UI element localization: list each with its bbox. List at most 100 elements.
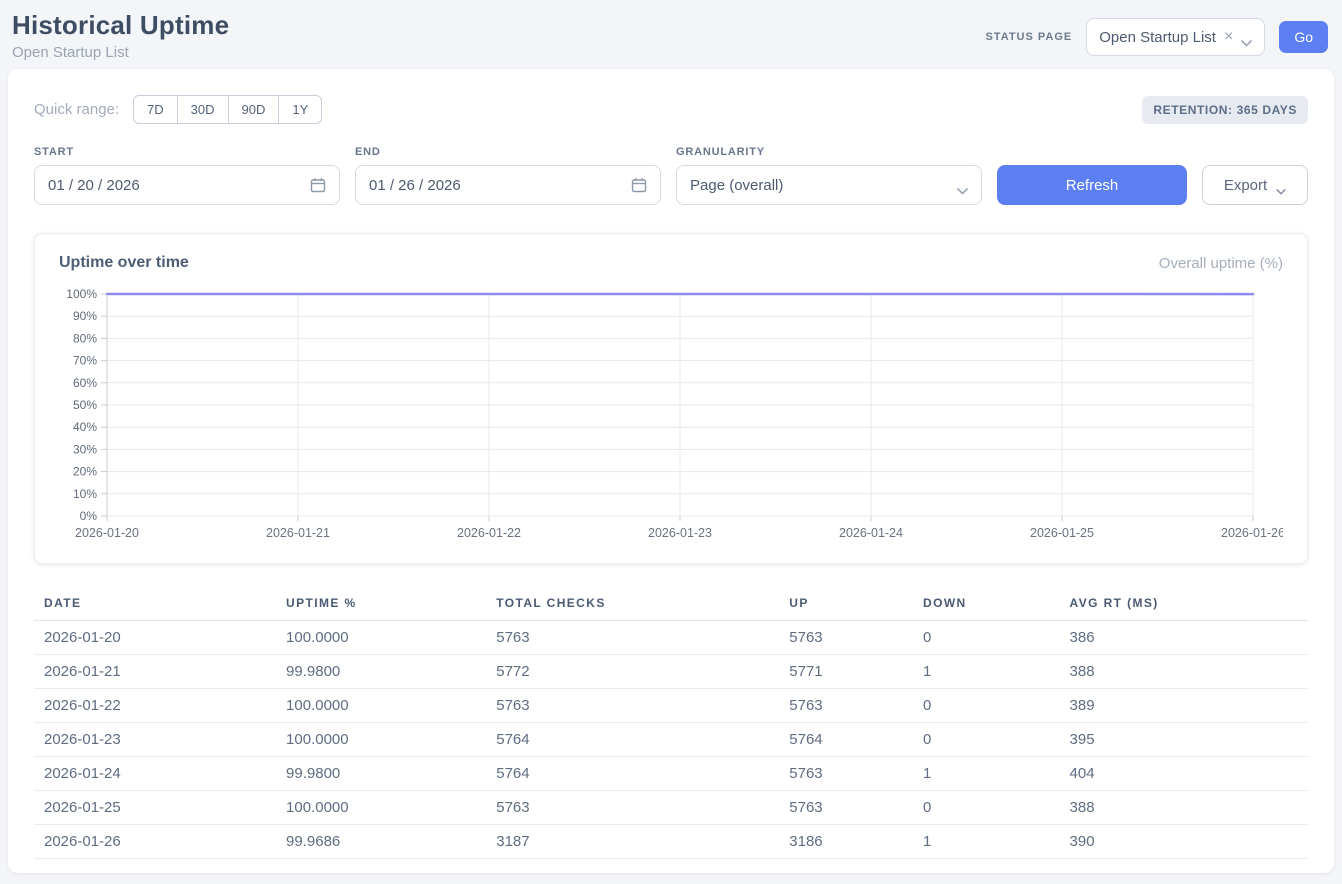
- filter-fields-row: START 01 / 20 / 2026 END 01 / 26 / 2026 …: [34, 146, 1308, 205]
- export-button-label: Export: [1224, 177, 1267, 194]
- start-date-value: 01 / 20 / 2026: [48, 177, 140, 194]
- column-header: AVG RT (MS): [1060, 588, 1308, 621]
- svg-text:2026-01-23: 2026-01-23: [648, 526, 712, 540]
- table-cell: 389: [1060, 689, 1308, 723]
- uptime-chart-card: Uptime over time Overall uptime (%) 2026…: [34, 233, 1308, 564]
- page-subtitle: Open Startup List: [12, 44, 229, 61]
- end-date-input[interactable]: 01 / 26 / 2026: [355, 165, 661, 205]
- table-cell: 0: [913, 723, 1060, 757]
- table-cell: 5772: [486, 655, 779, 689]
- export-button[interactable]: Export: [1202, 165, 1308, 205]
- quick-range-90d-button[interactable]: 90D: [229, 95, 280, 124]
- table-row: 2026-01-25100.0000576357630388: [34, 791, 1308, 825]
- table-cell: 386: [1060, 621, 1308, 655]
- table-cell: 5763: [779, 791, 913, 825]
- start-date-input[interactable]: 01 / 20 / 2026: [34, 165, 340, 205]
- table-cell: 404: [1060, 757, 1308, 791]
- svg-text:60%: 60%: [73, 376, 97, 390]
- table-row: 2026-01-23100.0000576457640395: [34, 723, 1308, 757]
- page-title: Historical Uptime: [12, 10, 229, 41]
- table-cell: 5763: [779, 757, 913, 791]
- column-header: DOWN: [913, 588, 1060, 621]
- table-row: 2026-01-2499.9800576457631404: [34, 757, 1308, 791]
- svg-text:2026-01-20: 2026-01-20: [75, 526, 139, 540]
- table-header-row: DATEUPTIME %TOTAL CHECKSUPDOWNAVG RT (MS…: [34, 588, 1308, 621]
- title-block: Historical Uptime Open Startup List: [12, 10, 229, 61]
- chevron-down-icon: [957, 182, 968, 189]
- table-cell: 5763: [486, 791, 779, 825]
- end-date-field: END 01 / 26 / 2026: [355, 146, 661, 205]
- granularity-field: GRANULARITY Page (overall): [676, 146, 982, 205]
- table-cell: 5764: [486, 757, 779, 791]
- column-header: DATE: [34, 588, 276, 621]
- chart-title: Uptime over time: [59, 254, 189, 272]
- svg-text:2026-01-26: 2026-01-26: [1221, 526, 1283, 540]
- status-page-label: STATUS PAGE: [985, 31, 1072, 43]
- table-cell: 0: [913, 621, 1060, 655]
- clear-selection-icon[interactable]: ×: [1224, 29, 1233, 45]
- table-cell: 100.0000: [276, 791, 486, 825]
- start-label: START: [34, 146, 340, 158]
- refresh-button[interactable]: Refresh: [997, 165, 1187, 205]
- status-page-select[interactable]: Open Startup List ×: [1086, 18, 1265, 56]
- table-row: 2026-01-22100.0000576357630389: [34, 689, 1308, 723]
- table-cell: 5771: [779, 655, 913, 689]
- table-cell: 5764: [779, 723, 913, 757]
- header-controls: STATUS PAGE Open Startup List × Go: [985, 18, 1328, 56]
- table-cell: 5763: [486, 621, 779, 655]
- chevron-down-icon: [1275, 182, 1286, 189]
- column-header: UPTIME %: [276, 588, 486, 621]
- table-cell: 2026-01-21: [34, 655, 276, 689]
- table-row: 2026-01-2699.9686318731861390: [34, 825, 1308, 859]
- table-cell: 5763: [779, 621, 913, 655]
- chart-legend: Overall uptime (%): [1159, 255, 1283, 272]
- table-row: 2026-01-2199.9800577257711388: [34, 655, 1308, 689]
- go-button[interactable]: Go: [1279, 21, 1328, 53]
- end-label: END: [355, 146, 661, 158]
- quick-range-7d-button[interactable]: 7D: [133, 95, 178, 124]
- calendar-icon[interactable]: [310, 177, 326, 193]
- quick-range-1y-button[interactable]: 1Y: [279, 95, 322, 124]
- page-header: Historical Uptime Open Startup List STAT…: [0, 0, 1342, 69]
- chevron-down-icon: [1241, 34, 1252, 41]
- quick-range-30d-button[interactable]: 30D: [178, 95, 229, 124]
- svg-text:50%: 50%: [73, 398, 97, 412]
- svg-text:0%: 0%: [80, 509, 98, 523]
- table-cell: 388: [1060, 655, 1308, 689]
- calendar-icon[interactable]: [631, 177, 647, 193]
- table-cell: 0: [913, 689, 1060, 723]
- quick-range-label: Quick range:: [34, 101, 119, 118]
- table-cell: 99.9800: [276, 757, 486, 791]
- uptime-table: DATEUPTIME %TOTAL CHECKSUPDOWNAVG RT (MS…: [34, 588, 1308, 859]
- quick-range-row: Quick range: 7D 30D 90D 1Y RETENTION: 36…: [34, 95, 1308, 124]
- chart-plot-area: 2026-01-202026-01-212026-01-222026-01-23…: [59, 284, 1283, 551]
- granularity-selected-value: Page (overall): [690, 177, 783, 194]
- table-cell: 395: [1060, 723, 1308, 757]
- table-cell: 1: [913, 825, 1060, 859]
- table-cell: 100.0000: [276, 689, 486, 723]
- svg-text:90%: 90%: [73, 309, 97, 323]
- main-panel: Quick range: 7D 30D 90D 1Y RETENTION: 36…: [8, 69, 1334, 873]
- svg-text:2026-01-24: 2026-01-24: [839, 526, 903, 540]
- granularity-label: GRANULARITY: [676, 146, 982, 158]
- table-cell: 1: [913, 655, 1060, 689]
- table-cell: 5763: [486, 689, 779, 723]
- svg-text:20%: 20%: [73, 465, 97, 479]
- table-cell: 5763: [779, 689, 913, 723]
- table-cell: 3187: [486, 825, 779, 859]
- table-cell: 2026-01-26: [34, 825, 276, 859]
- granularity-select[interactable]: Page (overall): [676, 165, 982, 205]
- uptime-line-chart: 2026-01-202026-01-212026-01-222026-01-23…: [59, 284, 1283, 546]
- svg-text:100%: 100%: [66, 287, 97, 301]
- column-header: UP: [779, 588, 913, 621]
- svg-text:40%: 40%: [73, 420, 97, 434]
- table-row: 2026-01-20100.0000576357630386: [34, 621, 1308, 655]
- table-cell: 3186: [779, 825, 913, 859]
- svg-text:2026-01-22: 2026-01-22: [457, 526, 521, 540]
- retention-badge: RETENTION: 365 DAYS: [1142, 96, 1308, 124]
- end-date-value: 01 / 26 / 2026: [369, 177, 461, 194]
- table-cell: 99.9686: [276, 825, 486, 859]
- status-page-selected-value: Open Startup List: [1099, 29, 1216, 46]
- table-cell: 2026-01-23: [34, 723, 276, 757]
- chart-header: Uptime over time Overall uptime (%): [59, 254, 1283, 272]
